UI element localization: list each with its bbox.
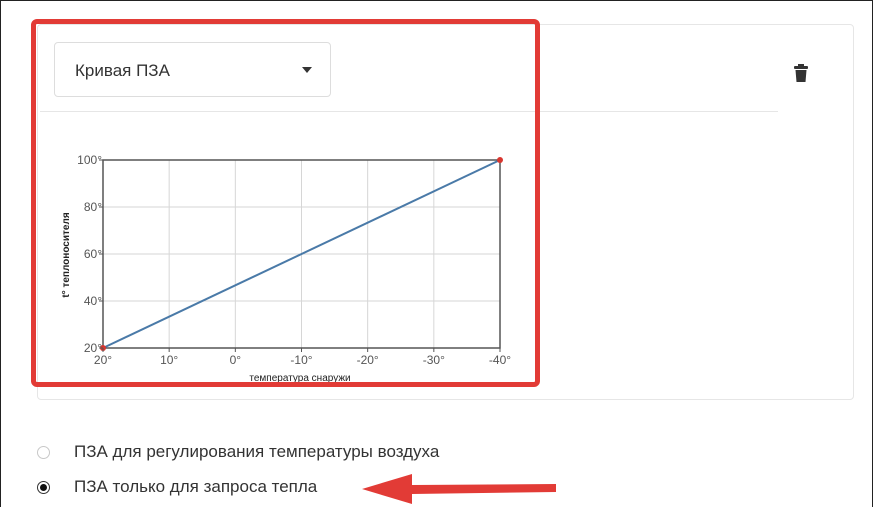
x-tick-label: 10° [160,353,178,367]
x-tick-label: 0° [230,353,242,367]
curve-type-select-value: Кривая ПЗА [75,61,170,80]
x-tick-label: 20° [94,353,112,367]
chart-x-axis-label: температура снаружи [249,373,350,384]
x-tick-label: -10° [290,353,312,367]
y-tick-label: 100° [77,153,102,167]
radio-button-air-temperature[interactable] [37,445,50,459]
x-tick-label: -40° [489,353,511,367]
radio-option-air-temperature[interactable]: ПЗА для регулирования температуры воздух… [37,441,439,463]
trash-icon[interactable] [794,64,808,82]
radio-option-heat-request[interactable]: ПЗА только для запроса тепла [37,476,317,498]
y-tick-label: 80° [84,200,102,214]
radio-button-heat-request[interactable] [37,480,50,494]
heating-curve-chart: 20° 40° 60° 80° 100° 20° 10° 0° -10° -20° -30° -40… [61,153,511,384]
x-tick-label: -30° [423,353,445,367]
chart-y-axis-label: t° теплоносителя [61,212,72,297]
chart-x-ticks: 20° 10° 0° -10° -20° -30° -40° [94,348,511,367]
radio-label-heat-request: ПЗА только для запроса тепла [74,477,318,496]
y-tick-label: 40° [84,294,102,308]
card-divider [40,111,778,112]
y-tick-label: 60° [84,247,102,261]
data-point [497,157,503,163]
radio-label-air-temperature: ПЗА для регулирования температуры воздух… [74,442,440,461]
x-tick-label: -20° [357,353,379,367]
chart-y-ticks: 20°40°60°80°100° [77,153,103,355]
curve-type-select[interactable]: Кривая ПЗА [54,42,331,97]
caret-down-icon [302,67,312,73]
